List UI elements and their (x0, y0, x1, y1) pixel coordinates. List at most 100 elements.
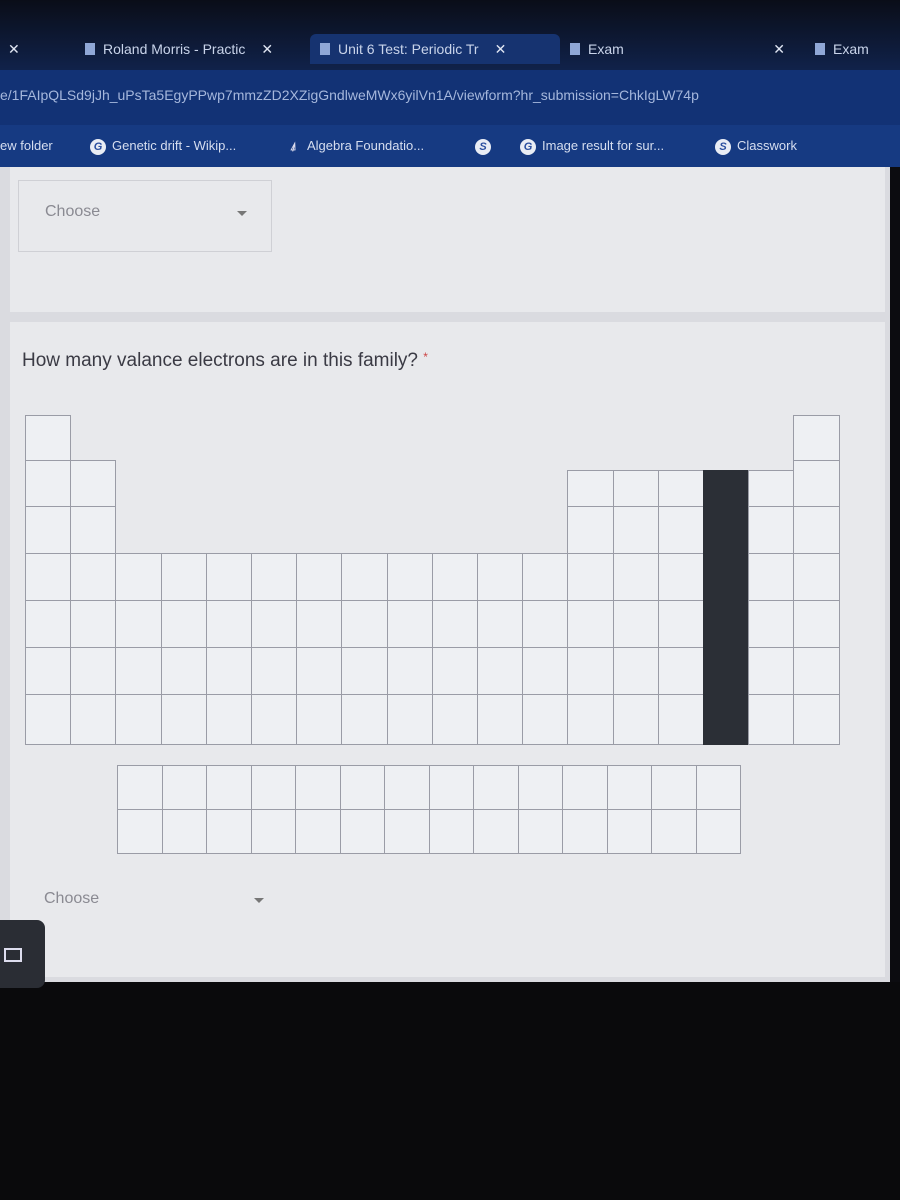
element-cell (25, 415, 72, 461)
element-cell (25, 506, 72, 554)
element-cell (477, 553, 524, 601)
element-cell (703, 647, 750, 695)
element-cell (251, 694, 298, 745)
element-cell (567, 694, 614, 745)
bookmark-image-result[interactable]: G Image result for sur... (520, 138, 664, 155)
tab-bar: ✕ Roland Morris - Practic ✕ Unit 6 Test: … (0, 0, 900, 70)
element-cell (612, 506, 659, 554)
element-cell (657, 647, 704, 695)
element-cell (25, 694, 72, 745)
element-cell (115, 647, 162, 695)
element-cell (567, 647, 614, 695)
close-icon[interactable]: ✕ (773, 41, 785, 58)
tab-0[interactable]: ✕ (0, 34, 20, 64)
element-cell (386, 694, 433, 745)
element-cell (431, 553, 478, 601)
close-icon[interactable]: ✕ (495, 41, 507, 58)
element-cell (431, 694, 478, 745)
tab-label: Unit 6 Test: Periodic Tr (338, 41, 479, 57)
close-icon[interactable]: ✕ (8, 41, 20, 58)
element-cell (651, 765, 697, 810)
answer-dropdown[interactable]: Choose (20, 868, 268, 934)
element-cell (295, 765, 341, 810)
element-cell (522, 694, 569, 745)
element-cell (384, 809, 430, 854)
element-cell (657, 553, 704, 601)
element-cell (657, 506, 704, 554)
element-cell (748, 506, 795, 554)
dropdown-placeholder: Choose (45, 203, 101, 220)
bookmark-classroom[interactable]: S (475, 138, 497, 155)
element-cell (115, 600, 162, 648)
tab-label: Exam (588, 41, 624, 57)
element-cell (296, 647, 343, 695)
element-cell (70, 694, 117, 745)
element-cell (522, 553, 569, 601)
element-cell (657, 694, 704, 745)
element-cell (296, 694, 343, 745)
side-panel-button[interactable] (0, 920, 45, 988)
element-cell (206, 765, 252, 810)
element-cell (703, 506, 750, 554)
tab-exam-2[interactable]: Exam (815, 34, 869, 64)
bookmark-new-folder[interactable]: ew folder (0, 138, 53, 153)
element-cell (612, 694, 659, 745)
forms-icon (570, 43, 580, 55)
panel-icon (4, 948, 22, 962)
bookmarks-bar: ew folder G Genetic drift - Wikip... ⍋ Alg… (0, 125, 900, 167)
previous-answer-dropdown[interactable]: Choose (18, 180, 272, 252)
element-cell (386, 647, 433, 695)
element-cell (522, 600, 569, 648)
element-cell (562, 809, 608, 854)
forms-icon (815, 43, 825, 55)
element-cell (431, 647, 478, 695)
element-cell (70, 600, 117, 648)
bookmark-genetic-drift[interactable]: G Genetic drift - Wikip... (90, 138, 236, 155)
tab-exam[interactable]: Exam ✕ (570, 34, 785, 64)
bookmark-algebra[interactable]: ⍋ Algebra Foundatio... (285, 138, 424, 155)
element-cell (428, 765, 474, 810)
element-cell (522, 647, 569, 695)
element-cell (567, 506, 614, 554)
close-icon[interactable]: ✕ (261, 41, 273, 58)
element-cell (431, 600, 478, 648)
tab-roland-morris[interactable]: Roland Morris - Practic ✕ (85, 34, 273, 64)
screen-bezel (0, 982, 900, 1200)
chevron-down-icon (237, 211, 247, 216)
element-cell (793, 506, 840, 554)
question-text: How many valance electrons are in this f… (22, 350, 419, 371)
element-cell (339, 809, 385, 854)
element-cell (651, 809, 697, 854)
element-cell (695, 765, 741, 810)
classroom-icon: S (475, 139, 491, 155)
element-cell (70, 647, 117, 695)
element-cell (748, 600, 795, 648)
element-cell (612, 553, 659, 601)
element-cell (250, 809, 296, 854)
element-cell (161, 809, 207, 854)
element-cell (703, 694, 750, 745)
address-bar[interactable]: e/1FAIpQLSd9jJh_uPsTa5EgyPPwp7mmzZD2XZig… (0, 70, 900, 125)
element-cell (657, 600, 704, 648)
element-cell (384, 765, 430, 810)
element-cell (793, 415, 840, 461)
element-cell (703, 600, 750, 648)
element-cell (115, 694, 162, 745)
element-cell (477, 647, 524, 695)
element-cell (206, 809, 252, 854)
element-cell (386, 553, 433, 601)
element-cell (612, 600, 659, 648)
element-cell (473, 809, 519, 854)
tab-unit6-test[interactable]: Unit 6 Test: Periodic Tr ✕ (310, 34, 560, 64)
google-icon: G (520, 139, 536, 155)
bookmark-classwork[interactable]: S Classwork (715, 138, 797, 155)
dropdown-placeholder: Choose (44, 890, 100, 907)
element-cell (341, 600, 388, 648)
element-cell (793, 553, 840, 601)
element-cell (793, 460, 840, 507)
element-cell (25, 647, 72, 695)
element-cell (161, 765, 207, 810)
element-cell (567, 553, 614, 601)
forms-icon (320, 43, 330, 55)
element-cell (562, 765, 608, 810)
